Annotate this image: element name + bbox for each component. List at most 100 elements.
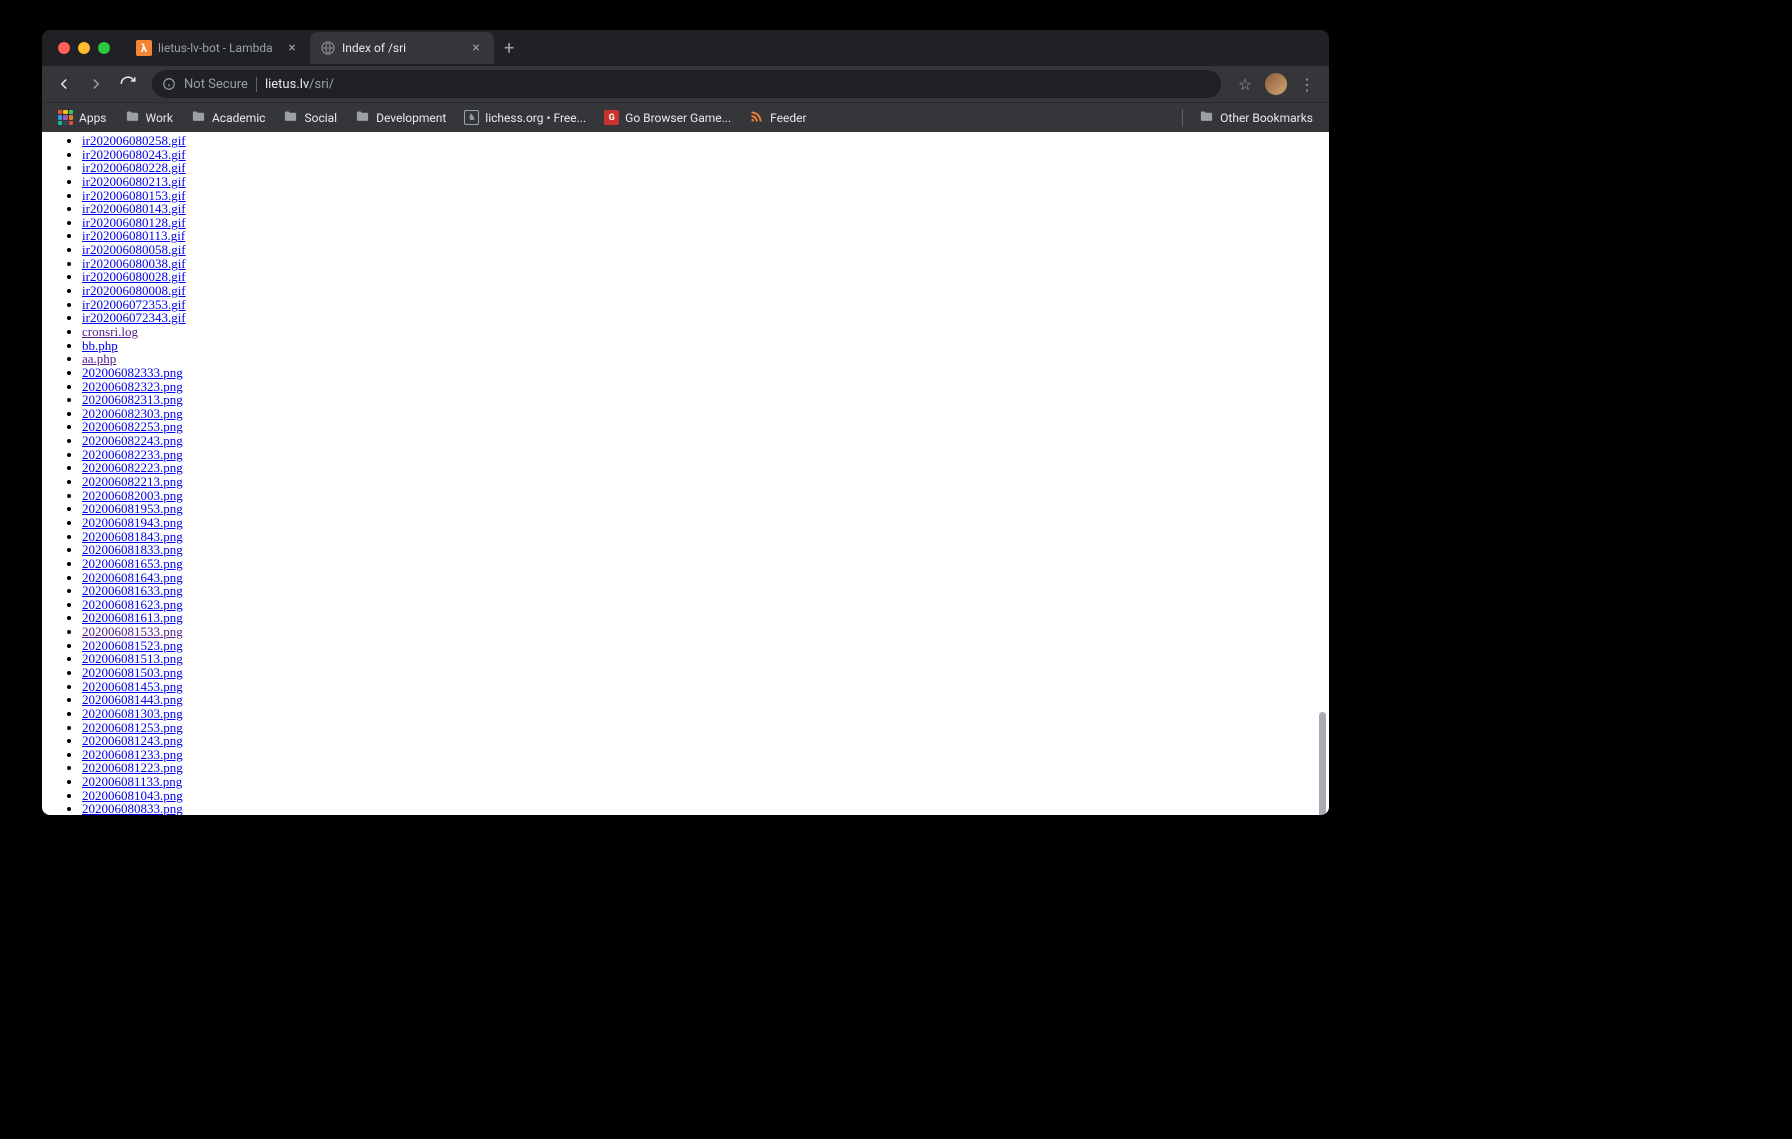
- list-item: ir202006072353.gif: [82, 298, 1329, 312]
- lambda-icon: λ: [136, 40, 152, 56]
- bookmark-social[interactable]: Social: [275, 105, 345, 131]
- list-item: 202006081243.png: [82, 734, 1329, 748]
- bookmark-label: lichess.org • Free...: [485, 111, 586, 125]
- back-button[interactable]: [50, 70, 78, 98]
- list-item: 202006082243.png: [82, 434, 1329, 448]
- list-item: 202006081613.png: [82, 611, 1329, 625]
- toolbar-right: ☆ ⋮: [1231, 70, 1321, 98]
- list-item: 202006081503.png: [82, 666, 1329, 680]
- globe-icon: [320, 40, 336, 56]
- list-item: 202006082213.png: [82, 475, 1329, 489]
- list-item: ir202006080228.gif: [82, 161, 1329, 175]
- address-bar[interactable]: Not Secure lietus.lv/sri/: [152, 70, 1221, 98]
- list-item: 202006082333.png: [82, 366, 1329, 380]
- list-item: 202006081943.png: [82, 516, 1329, 530]
- toolbar: Not Secure lietus.lv/sri/ ☆ ⋮: [42, 66, 1329, 102]
- rss-icon: [749, 109, 764, 127]
- bookmark-development[interactable]: Development: [347, 105, 454, 131]
- url-text: lietus.lv/sri/: [265, 77, 334, 92]
- list-item: ir202006080113.gif: [82, 229, 1329, 243]
- forward-button[interactable]: [82, 70, 110, 98]
- list-item: 202006081953.png: [82, 502, 1329, 516]
- list-item: 202006081043.png: [82, 789, 1329, 803]
- bookmark-label: Apps: [79, 111, 107, 125]
- list-item: ir202006080008.gif: [82, 284, 1329, 298]
- info-icon[interactable]: [162, 77, 176, 91]
- minimize-window-button[interactable]: [78, 42, 90, 54]
- list-item: 202006081443.png: [82, 693, 1329, 707]
- bookmark-feeder[interactable]: Feeder: [741, 105, 814, 131]
- window-controls: [50, 42, 118, 54]
- list-item: 202006081653.png: [82, 557, 1329, 571]
- tab-bar: λ lietus-lv-bot - Lambda × Index of /sri…: [42, 30, 1329, 66]
- scrollbar-thumb[interactable]: [1319, 712, 1326, 815]
- file-link[interactable]: 202006080833.png: [82, 801, 183, 815]
- lichess-icon: ♞: [464, 110, 479, 125]
- reload-button[interactable]: [114, 70, 142, 98]
- close-tab-button[interactable]: ×: [468, 38, 484, 58]
- list-item: 202006081643.png: [82, 571, 1329, 585]
- security-status: Not Secure: [184, 77, 257, 92]
- close-tab-button[interactable]: ×: [284, 38, 300, 58]
- directory-listing: ir202006080258.gifir202006080243.gifir20…: [42, 132, 1329, 815]
- list-item: 202006081623.png: [82, 598, 1329, 612]
- list-item: 202006081513.png: [82, 652, 1329, 666]
- kebab-menu-button[interactable]: ⋮: [1293, 70, 1321, 98]
- list-item: 202006081233.png: [82, 748, 1329, 762]
- bookmark-apps[interactable]: Apps: [50, 106, 115, 129]
- bookmarks-bar: Apps Work Academic Social Development ♞ …: [42, 102, 1329, 132]
- list-item: 202006082233.png: [82, 448, 1329, 462]
- list-item: 202006081533.png: [82, 625, 1329, 639]
- tabs: λ lietus-lv-bot - Lambda × Index of /sri…: [126, 32, 494, 64]
- tab-index[interactable]: Index of /sri ×: [310, 32, 494, 64]
- list-item: aa.php: [82, 352, 1329, 366]
- bookmark-label: Academic: [212, 111, 266, 125]
- list-item: ir202006080128.gif: [82, 216, 1329, 230]
- list-item: 202006082323.png: [82, 380, 1329, 394]
- list-item: 202006081523.png: [82, 639, 1329, 653]
- bookmark-label: Development: [376, 111, 446, 125]
- url-host: lietus.lv: [265, 77, 309, 92]
- bookmark-other[interactable]: Other Bookmarks: [1191, 105, 1321, 131]
- bookmark-label: Work: [146, 111, 173, 125]
- list-item: ir202006080153.gif: [82, 189, 1329, 203]
- list-item: 202006082313.png: [82, 393, 1329, 407]
- tab-title: lietus-lv-bot - Lambda: [158, 41, 278, 55]
- list-item: 202006081223.png: [82, 761, 1329, 775]
- list-item: bb.php: [82, 339, 1329, 353]
- list-item: 202006081253.png: [82, 721, 1329, 735]
- folder-icon: [283, 109, 298, 127]
- bookmark-star-button[interactable]: ☆: [1231, 70, 1259, 98]
- url-path: /sri/: [309, 77, 334, 92]
- folder-icon: [355, 109, 370, 127]
- list-item: 202006080833.png: [82, 802, 1329, 815]
- bookmarks-divider: [1182, 109, 1183, 127]
- bookmark-work[interactable]: Work: [117, 105, 181, 131]
- browser-window: λ lietus-lv-bot - Lambda × Index of /sri…: [42, 30, 1329, 815]
- list-item: 202006082303.png: [82, 407, 1329, 421]
- bookmark-lichess[interactable]: ♞ lichess.org • Free...: [456, 106, 594, 129]
- list-item: 202006081633.png: [82, 584, 1329, 598]
- close-window-button[interactable]: [58, 42, 70, 54]
- list-item: 202006082003.png: [82, 489, 1329, 503]
- apps-icon: [58, 110, 73, 125]
- go-game-icon: G: [604, 110, 619, 125]
- new-tab-button[interactable]: +: [494, 38, 524, 59]
- folder-icon: [191, 109, 206, 127]
- list-item: 202006081453.png: [82, 680, 1329, 694]
- list-item: 202006081833.png: [82, 543, 1329, 557]
- list-item: ir202006080028.gif: [82, 270, 1329, 284]
- tab-lambda[interactable]: λ lietus-lv-bot - Lambda ×: [126, 32, 310, 64]
- bookmark-label: Feeder: [770, 111, 806, 125]
- list-item: ir202006080213.gif: [82, 175, 1329, 189]
- list-item: cronsri.log: [82, 325, 1329, 339]
- list-item: ir202006080058.gif: [82, 243, 1329, 257]
- scrollbar[interactable]: [1316, 132, 1329, 815]
- list-item: ir202006080143.gif: [82, 202, 1329, 216]
- bookmark-go-game[interactable]: G Go Browser Game...: [596, 106, 739, 129]
- profile-avatar[interactable]: [1265, 73, 1287, 95]
- folder-icon: [125, 109, 140, 127]
- bookmark-academic[interactable]: Academic: [183, 105, 274, 131]
- tab-title: Index of /sri: [342, 41, 462, 55]
- maximize-window-button[interactable]: [98, 42, 110, 54]
